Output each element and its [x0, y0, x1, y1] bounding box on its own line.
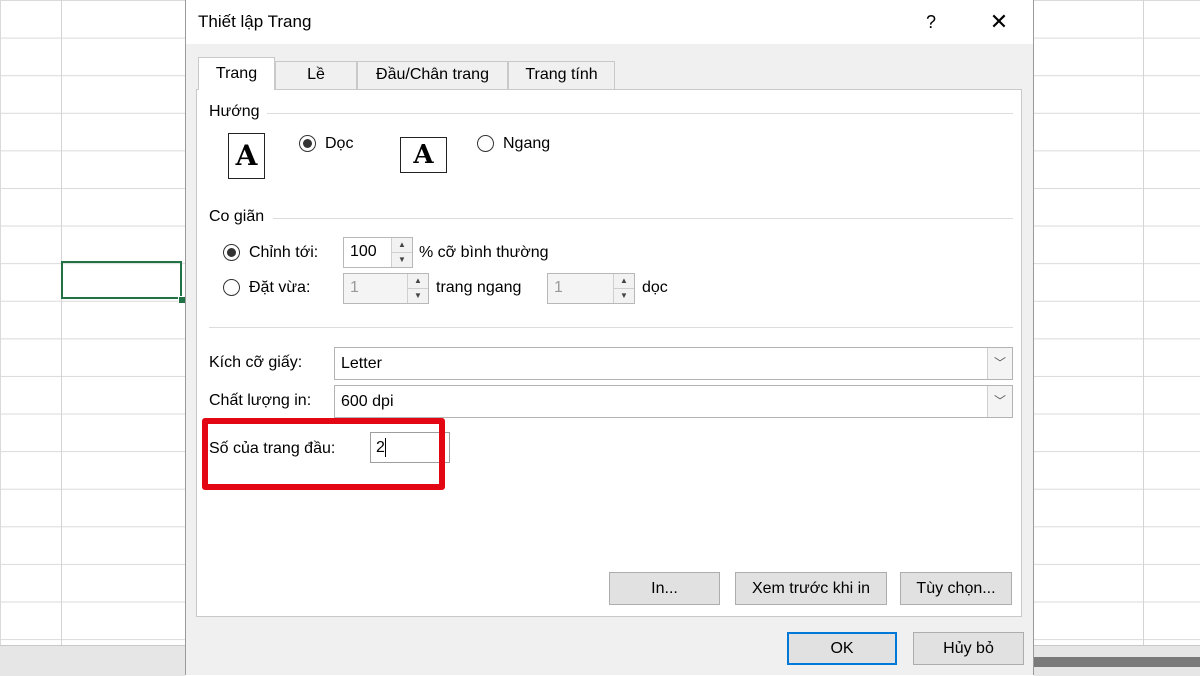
fit-to-label[interactable]: Đặt vừa:	[249, 279, 310, 297]
dialog-titlebar: Thiết lập Trang ? ✕	[186, 0, 1033, 44]
section-divider	[273, 218, 1013, 219]
selected-cell[interactable]	[61, 261, 182, 299]
tab-header-footer[interactable]: Đầu/Chân trang	[357, 61, 508, 89]
print-quality-select[interactable]: 600 dpi ﹀	[334, 385, 1013, 418]
adjust-to-suffix: % cỡ bình thường	[419, 244, 549, 261]
portrait-radio[interactable]	[299, 135, 316, 152]
fit-wide-spinner[interactable]: 1 ▲ ▼	[343, 273, 429, 304]
paper-size-label: Kích cỡ giấy:	[209, 354, 303, 371]
orientation-heading: Hướng	[209, 103, 266, 121]
dialog-title: Thiết lập Trang	[198, 12, 312, 31]
close-button[interactable]: ✕	[984, 8, 1014, 36]
portrait-label[interactable]: Dọc	[325, 135, 353, 153]
spin-up-icon[interactable]: ▲	[392, 238, 412, 253]
chevron-down-icon[interactable]: ﹀	[987, 386, 1012, 417]
adjust-to-spinner[interactable]: 100 ▲ ▼	[343, 237, 413, 268]
fit-tall-value[interactable]: 1	[554, 279, 563, 297]
print-button[interactable]: In...	[609, 572, 720, 605]
help-button[interactable]: ?	[916, 8, 946, 36]
highlight-box	[202, 418, 445, 490]
tab-margins[interactable]: Lề	[275, 61, 357, 89]
spin-up-icon[interactable]: ▲	[408, 274, 428, 289]
tab-page[interactable]: Trang	[198, 57, 275, 90]
spin-up-icon[interactable]: ▲	[614, 274, 634, 289]
horizontal-scrollbar-thumb[interactable]	[1034, 657, 1200, 667]
scaling-heading: Co giãn	[209, 208, 271, 226]
options-button[interactable]: Tùy chọn...	[900, 572, 1012, 605]
print-preview-button[interactable]: Xem trước khi in	[735, 572, 887, 605]
paper-size-value[interactable]: Letter	[341, 355, 382, 373]
adjust-to-radio[interactable]	[223, 244, 240, 261]
adjust-to-label[interactable]: Chỉnh tới:	[249, 244, 318, 262]
page-setup-dialog: Thiết lập Trang ? ✕ Trang Lề Đầu/Chân tr…	[185, 0, 1034, 675]
tab-sheet[interactable]: Trang tính	[508, 61, 615, 89]
fit-tall-spinner[interactable]: 1 ▲ ▼	[547, 273, 635, 304]
landscape-page-icon: A	[400, 137, 447, 173]
cancel-button[interactable]: Hủy bỏ	[913, 632, 1024, 665]
section-divider	[209, 327, 1013, 328]
print-quality-label: Chất lượng in:	[209, 392, 312, 409]
portrait-page-icon: A	[228, 133, 265, 179]
tab-panel-page: Hướng A Dọc A Ngang Co giãn Chỉnh tới: 1…	[196, 89, 1022, 617]
grid-column-line	[61, 0, 62, 645]
landscape-radio[interactable]	[477, 135, 494, 152]
fit-wide-suffix: trang ngang	[436, 279, 522, 296]
fit-to-radio[interactable]	[223, 279, 240, 296]
fit-tall-suffix: dọc	[642, 279, 668, 296]
horizontal-scrollbar-track[interactable]	[0, 645, 185, 676]
spin-down-icon[interactable]: ▼	[392, 253, 412, 267]
grid-column-line	[1143, 0, 1144, 645]
landscape-label[interactable]: Ngang	[503, 135, 550, 153]
spin-down-icon[interactable]: ▼	[408, 289, 428, 303]
chevron-down-icon[interactable]: ﹀	[987, 348, 1012, 379]
spin-down-icon[interactable]: ▼	[614, 289, 634, 303]
section-divider	[267, 113, 1013, 114]
print-quality-value[interactable]: 600 dpi	[341, 393, 394, 411]
adjust-to-value[interactable]: 100	[350, 243, 377, 261]
ok-button[interactable]: OK	[787, 632, 897, 665]
fit-wide-value[interactable]: 1	[350, 279, 359, 297]
paper-size-select[interactable]: Letter ﹀	[334, 347, 1013, 380]
